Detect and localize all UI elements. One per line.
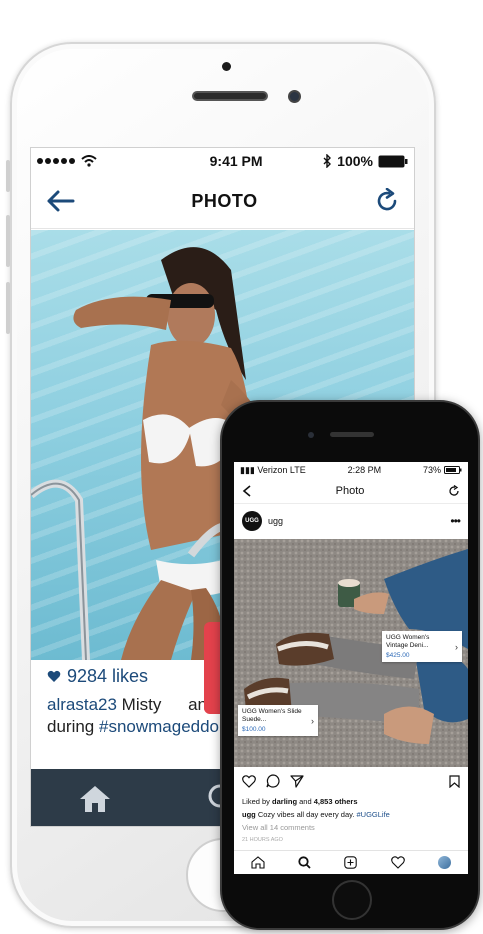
network-type: LTE [289, 464, 306, 475]
page-title: PHOTO [191, 190, 258, 211]
battery-icon [444, 466, 462, 474]
caption-line2-prefix: during [47, 717, 99, 736]
bluetooth-icon [323, 154, 332, 168]
caption-text: Cozy vibes all day every day. [255, 810, 357, 819]
comment-icon[interactable] [266, 774, 280, 788]
front-camera [308, 432, 314, 438]
post-actions [234, 770, 468, 792]
post-username[interactable]: ugg [268, 516, 283, 526]
chevron-right-icon: › [455, 641, 458, 652]
photo-nav-bar: Photo [234, 478, 468, 504]
post-header: UGG ugg ••• [234, 504, 468, 538]
liked-by-count[interactable]: 4,853 others [314, 797, 358, 806]
status-bar: ▮▮▮ Verizon LTE 2:28 PM 73% [234, 462, 468, 478]
battery-icon [378, 155, 408, 167]
liked-by-middle: and [297, 797, 314, 806]
mute-switch [6, 160, 10, 192]
battery-percent: 100% [337, 153, 373, 169]
refresh-icon[interactable] [448, 484, 460, 497]
liked-by-user[interactable]: darling [272, 797, 297, 806]
status-bar: 9:41 PM 100% [31, 148, 414, 174]
volume-up-button [6, 215, 10, 267]
profile-avatar-icon[interactable] [438, 856, 452, 869]
product-tag[interactable]: UGG Women's Slide Suede... $100.00 › [238, 705, 318, 736]
share-icon[interactable] [290, 774, 304, 788]
signal-dots-icon [37, 158, 75, 164]
status-time: 2:28 PM [347, 465, 382, 475]
mockup-stage: 9:41 PM 100% PHOTO 9284 likes alrasta23 … [0, 0, 483, 934]
battery-percent: 73% [422, 465, 441, 475]
home-button[interactable] [332, 880, 372, 920]
photo-nav-bar: PHOTO [31, 174, 414, 229]
caption-text-1: Misty [116, 695, 162, 714]
product-tag-name: UGG Women's Slide Suede... [242, 708, 302, 723]
wifi-icon [81, 155, 97, 167]
proximity-sensor [288, 90, 301, 103]
caption-hashtag[interactable]: #UGGLife [357, 810, 390, 819]
avatar[interactable]: UGG [242, 511, 262, 531]
post-details: Liked by darling and 4,853 others ugg Co… [242, 795, 464, 847]
front-camera [222, 62, 231, 71]
likes-count: 9284 likes [47, 666, 148, 687]
signal-bars-icon: ▮▮▮ [240, 464, 255, 475]
tab-home[interactable] [31, 769, 159, 826]
liked-by-prefix: Liked by [242, 797, 273, 806]
view-comments-link[interactable]: View all 14 comments [242, 821, 464, 834]
back-chevron-icon[interactable] [242, 484, 252, 497]
add-post-icon[interactable] [344, 856, 358, 869]
more-options-icon[interactable]: ••• [450, 514, 461, 528]
product-tag[interactable]: UGG Women's Vintage Deni... $425.00 › [382, 631, 462, 662]
heart-icon [47, 670, 61, 682]
refresh-icon[interactable] [374, 188, 400, 214]
status-time: 9:41 PM [209, 153, 263, 169]
product-tag-price: $425.00 [386, 652, 410, 659]
volume-down-button [6, 282, 10, 334]
chevron-right-icon: › [311, 715, 314, 726]
home-icon[interactable] [251, 856, 265, 869]
bookmark-icon[interactable] [449, 774, 460, 788]
caption-hashtag[interactable]: #snowmageddo [99, 717, 219, 736]
post-photo[interactable]: UGG Women's Vintage Deni... $425.00 › UG… [234, 539, 468, 767]
product-tag-price: $100.00 [242, 726, 266, 733]
bottom-tab-bar [234, 850, 468, 874]
earpiece-speaker [192, 91, 268, 101]
black-phone-screen: ▮▮▮ Verizon LTE 2:28 PM 73% Photo UGG ug… [234, 462, 468, 874]
earpiece-speaker [330, 432, 374, 437]
heart-icon[interactable] [242, 774, 256, 788]
activity-heart-icon[interactable] [391, 856, 405, 869]
page-title: Photo [335, 484, 365, 497]
caption-username[interactable]: ugg [242, 810, 256, 819]
back-arrow-icon[interactable] [45, 189, 75, 213]
caption-line: ugg Cozy vibes all day every day. #UGGLi… [242, 808, 464, 821]
carrier-name: Verizon [257, 464, 288, 475]
search-icon[interactable] [298, 856, 311, 869]
likes-label: 9284 likes [67, 666, 149, 686]
liked-by-line: Liked by darling and 4,853 others [242, 795, 464, 808]
black-phone-frame: ▮▮▮ Verizon LTE 2:28 PM 73% Photo UGG ug… [220, 400, 480, 930]
post-timestamp: 21 HOURS AGO [242, 837, 283, 843]
product-tag-name: UGG Women's Vintage Deni... [386, 634, 430, 649]
home-icon [80, 785, 111, 812]
caption-username[interactable]: alrasta23 [47, 695, 117, 714]
